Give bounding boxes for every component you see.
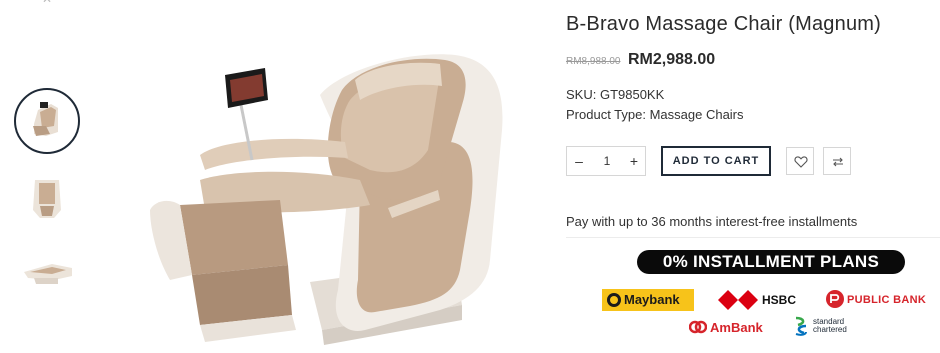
quantity-increase-button[interactable]: + xyxy=(628,153,640,169)
standard-chartered-logo: standard chartered xyxy=(792,316,862,340)
thumbnail-chair-angle[interactable] xyxy=(14,88,80,154)
wishlist-button[interactable] xyxy=(786,147,814,175)
hsbc-logo: HSBC xyxy=(718,289,796,311)
product-sku: SKU: GT9850KK xyxy=(566,87,665,102)
maybank-label: Maybank xyxy=(624,292,680,307)
heart-icon xyxy=(794,156,808,168)
original-price: RM8,988.00 xyxy=(566,56,621,67)
thumbnail-chair-reclined[interactable] xyxy=(14,238,80,304)
product-main-image xyxy=(150,54,503,345)
compare-arrows-icon xyxy=(833,157,843,167)
standard-chartered-label: standard chartered xyxy=(813,317,847,334)
sale-price: RM2,988.00 xyxy=(628,51,716,68)
close-icon[interactable]: ✕ xyxy=(42,0,54,5)
maybank-logo: Maybank xyxy=(602,289,694,311)
maybank-tiger-icon xyxy=(607,293,621,307)
standard-chartered-emblem-icon xyxy=(795,316,807,336)
quantity-decrease-button[interactable]: – xyxy=(573,153,585,169)
product-title: B-Bravo Massage Chair (Magnum) xyxy=(566,13,881,35)
chair-front-thumb-icon xyxy=(33,180,61,218)
divider xyxy=(566,237,940,238)
ambank-label: AmBank xyxy=(710,320,763,335)
ambank-logo: AmBank xyxy=(688,318,777,338)
compare-button[interactable] xyxy=(823,147,851,175)
quantity-input[interactable] xyxy=(595,154,619,168)
chair-reclined-thumb-icon xyxy=(24,264,72,284)
public-bank-logo: PUBLIC BANK xyxy=(825,289,940,311)
quantity-stepper: – + xyxy=(566,146,646,176)
hsbc-label: HSBC xyxy=(762,293,797,307)
public-bank-label: PUBLIC BANK xyxy=(847,294,927,306)
ambank-emblem-icon xyxy=(688,320,708,334)
thumbnail-chair-front[interactable] xyxy=(14,166,80,232)
public-bank-emblem-icon xyxy=(826,290,844,308)
installments-note: Pay with up to 36 months interest-free i… xyxy=(566,214,858,229)
product-info: B-Bravo Massage Chair (Magnum) RM8,988.0… xyxy=(566,0,940,353)
product-type: Product Type: Massage Chairs xyxy=(566,107,744,122)
hsbc-hexagon-icon xyxy=(718,290,758,310)
add-to-cart-button[interactable]: ADD TO CART xyxy=(661,146,771,176)
chair-angle-thumb-icon xyxy=(33,102,58,136)
installment-plans-banner: 0% INSTALLMENT PLANS xyxy=(637,250,905,274)
